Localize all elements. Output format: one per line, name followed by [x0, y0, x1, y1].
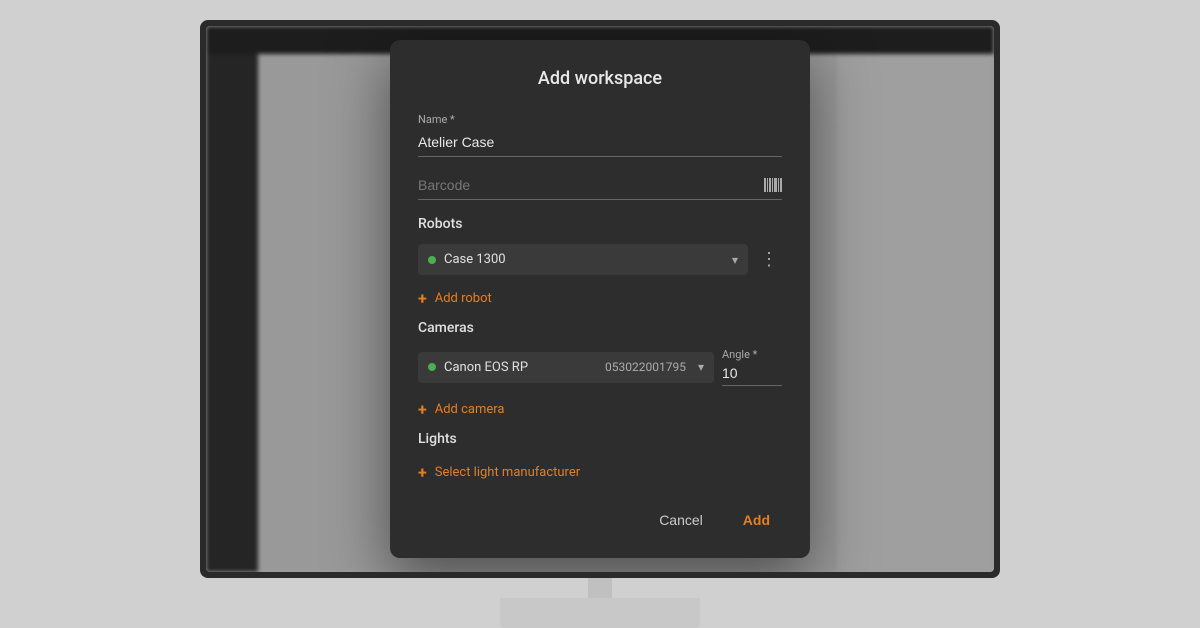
add-robot-row[interactable]: + Add robot	[418, 285, 782, 312]
modal-title: Add workspace	[418, 68, 782, 89]
add-button[interactable]: Add	[731, 506, 782, 534]
name-input[interactable]	[418, 130, 782, 157]
camera-barcode: 053022001795	[605, 360, 686, 374]
camera-select[interactable]: Canon EOS RP 053022001795 ▾	[418, 352, 714, 383]
robot-row: Case 1300 ▾ ⋮	[418, 244, 782, 275]
name-label: Name *	[418, 113, 782, 126]
robot-select[interactable]: Case 1300 ▾	[418, 244, 748, 275]
select-light-row[interactable]: + Select light manufacturer	[418, 459, 782, 486]
modal-footer: Cancel Add	[418, 506, 782, 534]
add-camera-label: Add camera	[435, 402, 505, 417]
monitor-stand	[500, 598, 700, 628]
robots-section-header: Robots	[418, 216, 782, 232]
add-camera-plus-icon: +	[418, 400, 427, 419]
camera-name: Canon EOS RP	[444, 360, 597, 375]
select-light-plus-icon: +	[418, 463, 427, 482]
angle-label: Angle *	[722, 348, 782, 361]
robot-chevron-icon: ▾	[732, 253, 738, 267]
camera-row: Canon EOS RP 053022001795 ▾ Angle *	[418, 348, 782, 386]
monitor-stand-neck	[588, 578, 612, 600]
screen-bezel: Add workspace Name *	[200, 20, 1000, 578]
cancel-button[interactable]: Cancel	[647, 506, 715, 534]
cameras-section-header: Cameras	[418, 320, 782, 336]
add-robot-label: Add robot	[435, 291, 492, 306]
add-robot-plus-icon: +	[418, 289, 427, 308]
robot-name: Case 1300	[444, 252, 724, 267]
angle-field-group: Angle *	[722, 348, 782, 386]
select-light-label: Select light manufacturer	[435, 465, 580, 480]
camera-chevron-icon: ▾	[698, 360, 704, 374]
overlay-backdrop: Add workspace Name *	[206, 26, 994, 572]
name-field-group: Name *	[418, 113, 782, 157]
barcode-scan-icon[interactable]	[764, 177, 782, 196]
barcode-field-group	[418, 173, 782, 200]
screen-content: Add workspace Name *	[206, 26, 994, 572]
angle-input[interactable]	[722, 363, 782, 386]
lights-section-header: Lights	[418, 431, 782, 447]
camera-status-dot	[428, 363, 436, 371]
robot-more-icon[interactable]: ⋮	[756, 247, 782, 273]
barcode-input[interactable]	[418, 173, 764, 199]
app-background: Add workspace Name *	[0, 0, 1200, 628]
barcode-field	[418, 173, 782, 200]
add-workspace-modal: Add workspace Name *	[390, 40, 810, 558]
add-camera-row[interactable]: + Add camera	[418, 396, 782, 423]
robot-status-dot	[428, 256, 436, 264]
